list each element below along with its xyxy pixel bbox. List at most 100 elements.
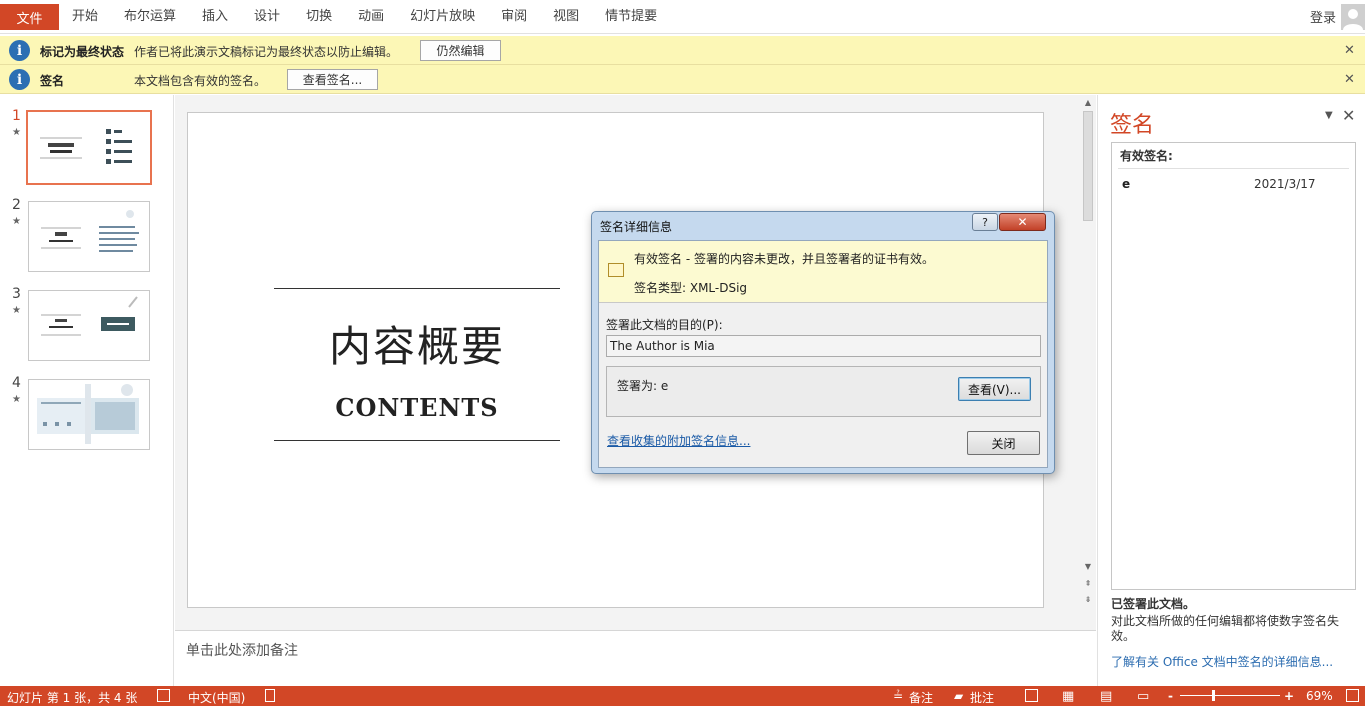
signer-box: 签署为: e 查看(V)... [606, 366, 1041, 417]
animation-star-icon: ★ [12, 305, 21, 316]
slide-title[interactable]: 内容概要 [274, 313, 560, 374]
signature-status-text: 有效签名 - 签署的内容未更改，并且签署者的证书有效。 [634, 252, 934, 266]
comments-toggle[interactable]: 批注 [970, 689, 994, 706]
final-status-text: 作者已将此演示文稿标记为最终状态以防止编辑。 [134, 45, 399, 59]
tab-home[interactable]: 开始 [59, 4, 111, 30]
scroll-thumb[interactable] [1083, 111, 1093, 221]
document-icon[interactable] [265, 689, 275, 702]
reading-view-icon[interactable]: ▤ [1100, 689, 1112, 704]
tab-transitions[interactable]: 切换 [293, 4, 345, 30]
purpose-label: 签署此文档的目的(P): [606, 318, 723, 332]
tab-insert[interactable]: 插入 [189, 4, 241, 30]
purpose-field[interactable]: The Author is Mia [606, 335, 1041, 357]
vertical-scrollbar[interactable]: ▲ ▼ ⇞ ⇟ [1080, 95, 1096, 612]
dialog-body: 有效签名 - 签署的内容未更改，并且签署者的证书有效。 签名类型: XML-DS… [598, 240, 1048, 468]
zoom-in-icon[interactable]: + [1284, 689, 1294, 703]
ribbon-tabs: 开始 布尔运算 插入 设计 切换 动画 幻灯片放映 审阅 视图 情节提要 [59, 4, 670, 30]
tab-slideshow[interactable]: 幻灯片放映 [397, 4, 488, 30]
slide-divider [274, 288, 560, 289]
info-icon: i [9, 69, 30, 90]
spell-check-icon[interactable] [157, 689, 170, 702]
next-slide-icon[interactable]: ⇟ [1083, 595, 1093, 605]
slide-thumbnail-3[interactable] [28, 290, 150, 361]
signature-list: 有效签名: e 2021/3/17 [1111, 142, 1356, 590]
slide-sorter-icon[interactable]: ▦ [1062, 689, 1074, 704]
file-tab[interactable]: 文件 [0, 4, 59, 30]
thumb-number: 1 [12, 108, 21, 124]
divider [1118, 168, 1349, 169]
signature-details-dialog: 签名详细信息 ? ✕ 有效签名 - 签署的内容未更改，并且签署者的证书有效。 签… [591, 211, 1055, 474]
close-icon[interactable]: ✕ [1344, 72, 1355, 87]
signature-warning: 对此文档所做的任何编辑都将使数字签名失效。 [1111, 614, 1340, 643]
dialog-close-icon[interactable]: ✕ [999, 213, 1046, 231]
comment-icon[interactable]: ▰ [954, 689, 963, 703]
learn-more-link[interactable]: 了解有关 Office 文档中签名的详细信息... [1111, 653, 1333, 670]
signature-pane-title: 签名 [1110, 113, 1155, 138]
final-status-bar: i 标记为最终状态 作者已将此演示文稿标记为最终状态以防止编辑。 仍然编辑 ✕ [0, 36, 1365, 65]
final-status-title: 标记为最终状态 [40, 45, 125, 59]
additional-info-link[interactable]: 查看收集的附加签名信息... [607, 432, 750, 449]
thumb-number: 3 [12, 286, 21, 302]
tab-review[interactable]: 审阅 [488, 4, 540, 30]
slide-thumbnails-pane: 1 ★ 2 ★ 3 ★ 4 ★ [0, 95, 174, 686]
valid-signatures-header: 有效签名: [1120, 149, 1173, 163]
close-icon[interactable]: ✕ [1344, 43, 1355, 58]
dialog-title: 签名详细信息 [600, 220, 673, 234]
signed-label: 已签署此文档。 [1111, 597, 1196, 611]
tab-boolean[interactable]: 布尔运算 [111, 4, 189, 30]
avatar[interactable] [1341, 4, 1365, 30]
normal-view-icon[interactable] [1025, 689, 1038, 702]
notes-pane[interactable]: 单击此处添加备注 [175, 630, 1096, 686]
help-button[interactable]: ? [972, 213, 998, 231]
view-signatures-button[interactable]: 查看签名... [287, 69, 378, 90]
slide-divider [274, 440, 560, 441]
prev-slide-icon[interactable]: ⇞ [1083, 579, 1093, 589]
signature-status-panel: 有效签名 - 签署的内容未更改，并且签署者的证书有效。 签名类型: XML-DS… [599, 241, 1047, 303]
view-certificate-button[interactable]: 查看(V)... [958, 377, 1031, 401]
slide-thumbnail-2[interactable] [28, 201, 150, 272]
scroll-up-icon[interactable]: ▲ [1083, 98, 1093, 108]
zoom-slider-knob[interactable] [1212, 690, 1215, 701]
fit-to-window-icon[interactable] [1346, 689, 1359, 702]
notes-placeholder[interactable]: 单击此处添加备注 [186, 640, 298, 660]
tab-design[interactable]: 设计 [241, 4, 293, 30]
signature-type: 签名类型: XML-DSig [634, 281, 748, 295]
certificate-icon [608, 263, 624, 277]
edit-anyway-button[interactable]: 仍然编辑 [420, 40, 501, 61]
login-link[interactable]: 登录 [1310, 7, 1336, 26]
tab-view[interactable]: 视图 [540, 4, 592, 30]
slide-thumbnail-1[interactable] [26, 110, 152, 185]
thumb-number: 4 [12, 375, 21, 391]
zoom-level[interactable]: 69% [1306, 689, 1333, 703]
zoom-out-icon[interactable]: - [1168, 689, 1173, 703]
signer-label: 签署为: e [617, 379, 669, 393]
ribbon: 文件 开始 布尔运算 插入 设计 切换 动画 幻灯片放映 审阅 视图 情节提要 … [0, 0, 1365, 34]
slideshow-icon[interactable]: ▭ [1137, 689, 1149, 704]
notes-icon[interactable]: ≟ [893, 689, 903, 703]
signature-pane: 签名 ▼ ✕ 有效签名: e 2021/3/17 已签署此文档。 对此文档所做的… [1097, 95, 1365, 686]
slide-thumbnail-4[interactable] [28, 379, 150, 450]
animation-star-icon: ★ [12, 394, 21, 405]
signature-date: 2021/3/17 [1254, 177, 1316, 191]
language-indicator[interactable]: 中文(中国) [188, 689, 245, 706]
tab-animations[interactable]: 动画 [345, 4, 397, 30]
chevron-down-icon[interactable]: ▼ [1325, 110, 1333, 121]
slide-subtitle[interactable]: CONTENTS [274, 393, 560, 422]
info-icon: i [9, 40, 30, 61]
zoom-slider[interactable] [1180, 695, 1280, 696]
animation-star-icon: ★ [12, 127, 21, 138]
close-button[interactable]: 关闭 [967, 431, 1040, 455]
user-icon [1343, 9, 1363, 30]
signature-bar-title: 签名 [40, 74, 65, 88]
notes-toggle[interactable]: 备注 [909, 689, 933, 706]
tab-storyboard[interactable]: 情节提要 [592, 4, 670, 30]
animation-star-icon: ★ [12, 216, 21, 227]
slide-counter: 幻灯片 第 1 张，共 4 张 [7, 691, 138, 705]
signature-bar-text: 本文档包含有效的签名。 [134, 74, 267, 88]
scroll-down-icon[interactable]: ▼ [1083, 562, 1093, 572]
status-bar: 幻灯片 第 1 张，共 4 张 中文(中国) ≟ 备注 ▰ 批注 ▦ ▤ ▭ -… [0, 686, 1365, 706]
signer-name[interactable]: e [1122, 177, 1130, 191]
thumb-number: 2 [12, 197, 21, 213]
signature-bar: i 签名 本文档包含有效的签名。 查看签名... ✕ [0, 65, 1365, 94]
close-icon[interactable]: ✕ [1342, 106, 1355, 125]
